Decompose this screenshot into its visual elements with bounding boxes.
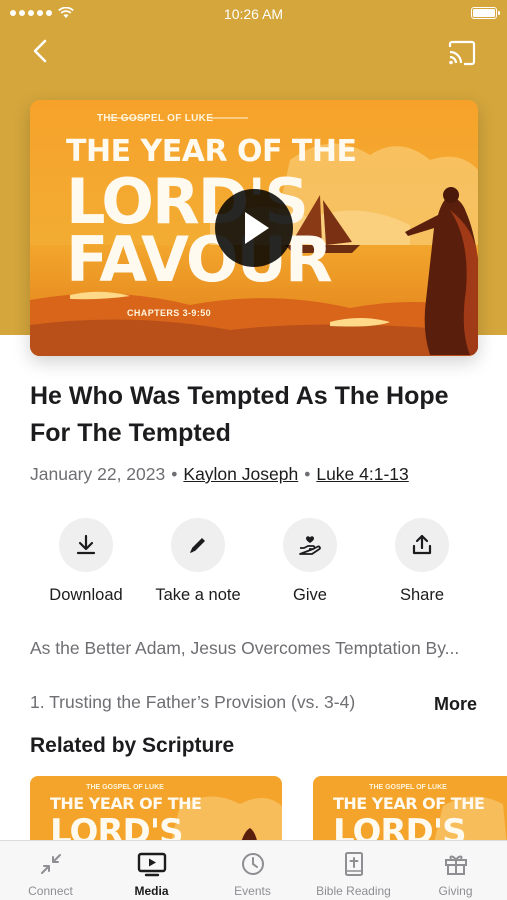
tv-play-icon (137, 852, 166, 877)
tab-events[interactable]: Events (202, 841, 303, 900)
chevron-left-icon (33, 39, 47, 63)
related-title-line1: THE YEAR OF THE (50, 794, 202, 813)
clock-icon (241, 853, 264, 875)
description-text: As the Better Adam, Jesus Overcomes Temp… (30, 638, 460, 658)
artwork-title-line1: THE YEAR OF THE (66, 134, 357, 169)
bible-icon (344, 852, 363, 876)
tab-bar: Connect Media Events Bible Reading Givin… (0, 840, 507, 900)
related-heading: Related by Scripture (30, 734, 235, 757)
download-button[interactable]: Download (30, 518, 142, 605)
give-button[interactable]: Give (254, 518, 366, 605)
sermon-title: He Who Was Tempted As The Hope For The T… (30, 382, 449, 447)
download-icon (59, 518, 113, 572)
share-label: Share (399, 586, 445, 604)
give-label: Give (293, 586, 327, 604)
description-point: 1. Trusting the Father’s Provision (vs. … (30, 692, 356, 712)
tab-label: Events (234, 884, 271, 898)
sermon-date: January 22, 2023 (30, 464, 166, 484)
tab-bible-reading[interactable]: Bible Reading (303, 841, 404, 900)
sermon-meta: January 22, 2023 • Kaylon Joseph • Luke … (30, 464, 409, 485)
artwork-overline: THE GOSPEL OF LUKE (96, 113, 214, 124)
tab-media[interactable]: Media (101, 841, 202, 900)
artwork-chapters: CHAPTERS 3-9:50 (127, 308, 212, 318)
status-bar: 10:26 AM (0, 0, 507, 28)
tab-label: Connect (28, 884, 73, 898)
take-note-label: Take a note (155, 586, 241, 604)
tab-giving[interactable]: Giving (405, 841, 506, 900)
gift-icon (444, 855, 467, 875)
meta-separator: • (171, 464, 178, 484)
back-button[interactable] (26, 36, 56, 66)
sermon-artwork[interactable]: THE GOSPEL OF LUKE THE YEAR OF THE LORD'… (30, 100, 478, 356)
tab-label: Media (134, 884, 169, 898)
related-card[interactable]: THE GOSPEL OF LUKE THE YEAR OF THE LORD'… (30, 776, 282, 846)
take-note-button[interactable]: Take a note (142, 518, 254, 605)
give-hand-heart-icon (283, 518, 337, 572)
related-overline: THE GOSPEL OF LUKE (369, 784, 447, 791)
action-row: Download Take a note Give Share (0, 518, 507, 608)
battery-icon (471, 7, 500, 19)
scripture-link[interactable]: Luke 4:1-13 (316, 464, 408, 485)
share-button[interactable]: Share (366, 518, 478, 605)
cast-button[interactable] (447, 40, 477, 66)
status-time: 10:26 AM (223, 6, 284, 22)
download-label: Download (49, 586, 123, 604)
play-button[interactable] (215, 189, 293, 267)
pencil-icon (171, 518, 225, 572)
related-card[interactable]: THE GOSPEL OF LUKE THE YEAR OF THE LORD'… (313, 776, 507, 846)
share-icon (395, 518, 449, 572)
meta-separator: • (304, 464, 311, 484)
tab-label: Bible Reading (316, 884, 391, 898)
speaker-link[interactable]: Kaylon Joseph (183, 464, 298, 485)
related-title-line1: THE YEAR OF THE (333, 794, 485, 813)
more-button[interactable]: More (434, 694, 477, 715)
tab-label: Giving (438, 884, 473, 898)
tab-connect[interactable]: Connect (0, 841, 101, 900)
connect-arrows-icon (40, 854, 61, 874)
cast-icon (448, 40, 476, 66)
related-overline: THE GOSPEL OF LUKE (86, 784, 164, 791)
